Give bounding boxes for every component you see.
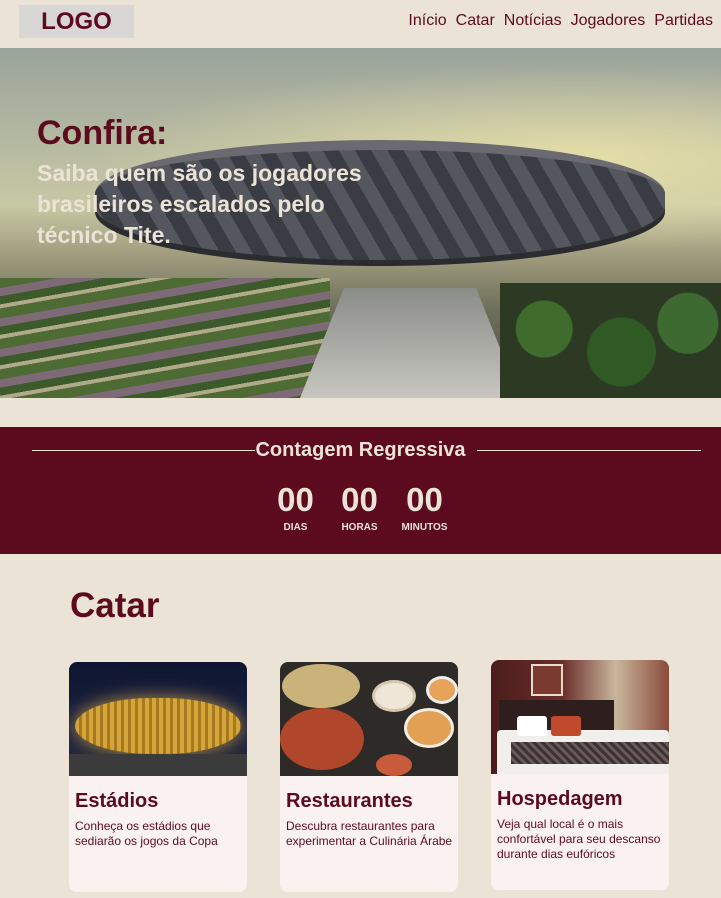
nav-link-jogadores[interactable]: Jogadores (571, 12, 646, 30)
card-text: Descubra restaurantes para experimentar … (286, 819, 453, 848)
card-text: Veja qual local é o mais confortável par… (497, 817, 661, 861)
nav-link-catar[interactable]: Catar (456, 12, 495, 30)
chicken-plate (280, 708, 364, 770)
site-header: LOGO Início Catar Notícias Jogadores Par… (0, 0, 721, 48)
countdown-days-label: DIAS (283, 522, 308, 533)
stadium-image (69, 662, 247, 776)
hero-trees (500, 283, 721, 398)
countdown-hours-value: 00 (341, 481, 378, 518)
card-title: Restaurantes (286, 790, 413, 812)
main-nav: Início Catar Notícias Jogadores Partidas (408, 12, 713, 30)
countdown-hours-label: HORAS (341, 522, 378, 533)
bed-runner (511, 742, 669, 764)
small-plate (376, 754, 412, 776)
hero-banner[interactable]: Confira: Saiba quem são os jogadores bra… (0, 48, 721, 398)
countdown-minutes: 00 MINUTOS (399, 481, 451, 534)
countdown-days-value: 00 (277, 481, 314, 518)
countdown-section: Contagem Regressiva 00 DIAS 00 HORAS 00 … (0, 427, 721, 554)
hero-text: Saiba quem são os jogadores brasileiros … (37, 160, 362, 248)
hero-landscape (0, 278, 330, 398)
nav-link-inicio[interactable]: Início (408, 12, 446, 30)
curry-bowl (404, 708, 454, 748)
countdown-title: Contagem Regressiva (255, 439, 466, 461)
dip-bowl (426, 676, 458, 704)
card-title: Estádios (75, 790, 159, 812)
card-hospedagem[interactable]: Hospedagem Veja qual local é o mais conf… (491, 660, 669, 890)
stadium-bowl (75, 698, 241, 754)
wall-frame (531, 664, 563, 696)
nav-link-noticias[interactable]: Notícias (504, 12, 562, 30)
card-text: Conheça os estádios que sediarão os jogo… (75, 819, 218, 848)
logo[interactable]: LOGO (19, 5, 134, 38)
nav-link-partidas[interactable]: Partidas (654, 12, 713, 30)
catar-section-title: Catar (70, 586, 160, 625)
card-restaurantes[interactable]: Restaurantes Descubra restaurantes para … (280, 662, 458, 892)
stadium-base (69, 754, 247, 776)
pillow-accent (551, 716, 581, 736)
countdown-minutes-label: MINUTOS (401, 522, 448, 533)
hotel-image (491, 660, 669, 774)
hero-plaza (300, 288, 520, 398)
countdown-hours: 00 HORAS (335, 481, 385, 534)
pillow (517, 716, 547, 736)
card-estadios[interactable]: Estádios Conheça os estádios que sediarã… (69, 662, 247, 892)
hero-title: Confira: (37, 114, 168, 152)
card-title: Hospedagem (497, 788, 623, 810)
countdown-units: 00 DIAS 00 HORAS 00 MINUTOS (0, 481, 721, 534)
bread-plate (282, 664, 360, 708)
food-image (280, 662, 458, 776)
countdown-minutes-value: 00 (406, 481, 443, 518)
sauce-bowl (372, 680, 416, 712)
countdown-days: 00 DIAS (271, 481, 321, 534)
